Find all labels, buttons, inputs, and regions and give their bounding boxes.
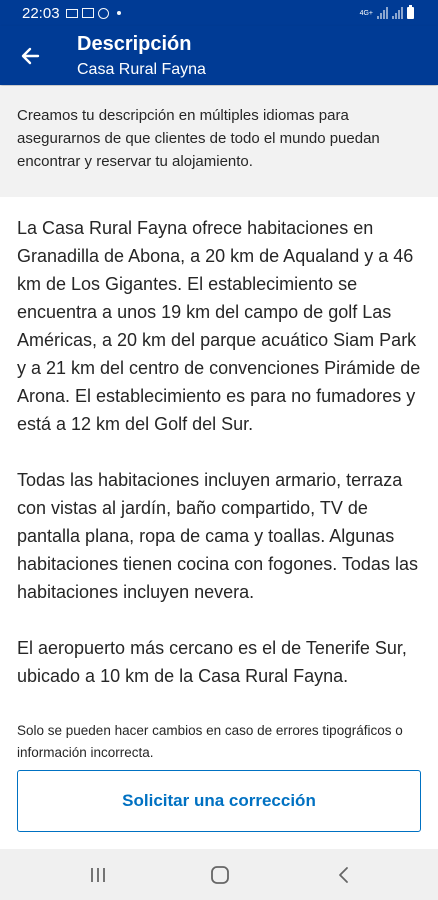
status-right: 4G+ [359, 5, 414, 19]
notification-icons [65, 7, 121, 19]
recents-icon [91, 867, 105, 882]
app-bar: Descripción Casa Rural Fayna [0, 26, 438, 85]
status-left: 22:03 [22, 5, 121, 22]
home-icon [211, 865, 229, 884]
back-button[interactable] [16, 42, 44, 70]
recents-button[interactable] [68, 849, 128, 900]
sync-icon [97, 7, 109, 19]
signal-2-icon [392, 7, 403, 19]
status-bar: 22:03 4G+ [0, 0, 438, 26]
arrow-left-icon [21, 47, 40, 65]
correction-note: Solo se pueden hacer cambios en caso de … [17, 723, 403, 760]
description-paragraph: La Casa Rural Fayna ofrece habitaciones … [17, 218, 421, 434]
chevron-left-icon [339, 866, 348, 883]
gmail-icon [65, 8, 78, 18]
property-name-subtitle: Casa Rural Fayna [77, 61, 206, 78]
home-button[interactable] [190, 849, 250, 900]
system-nav-bar [0, 849, 438, 900]
request-correction-button[interactable]: Solicitar una corrección [17, 770, 421, 832]
info-text: Creamos tu descripción en múltiples idio… [17, 107, 380, 170]
page-title: Descripción [77, 33, 192, 55]
description-paragraph: El aeropuerto más cercano es el de Tener… [17, 638, 407, 686]
info-banner: Creamos tu descripción en múltiples idio… [0, 86, 438, 197]
signal-icon [377, 7, 388, 19]
battery-icon [407, 5, 414, 19]
system-back-button[interactable] [314, 849, 374, 900]
image-icon [81, 8, 94, 18]
network-type-label: 4G+ [359, 9, 373, 17]
status-time: 22:03 [22, 4, 60, 22]
more-notifications-dot-icon [116, 11, 121, 15]
description-paragraph: Todas las habitaciones incluyen armario,… [17, 470, 418, 602]
